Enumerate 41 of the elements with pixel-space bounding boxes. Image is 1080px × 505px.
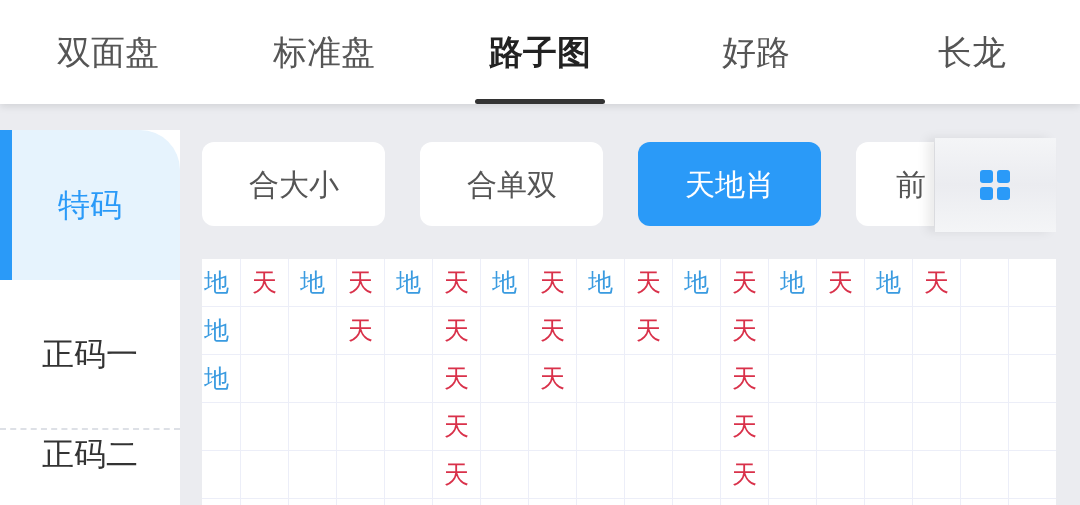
tab[interactable]: 路子图 — [432, 0, 648, 104]
road-cell-text: 天 — [443, 315, 469, 348]
road-cell-text: 天 — [923, 267, 949, 300]
road-cell-text: 地 — [683, 267, 709, 300]
road-cell-text: 天 — [731, 411, 757, 444]
road-cell-text: 天 — [539, 363, 565, 396]
road-cell-text: 天 — [443, 267, 469, 300]
road-cell-text: 地 — [299, 267, 325, 300]
road-cell-text: 地 — [395, 267, 421, 300]
filter-button[interactable]: 前 — [856, 142, 934, 226]
road-cell-text: 地 — [203, 363, 229, 396]
road-cell-text: 天 — [347, 267, 373, 300]
sidebar-item[interactable]: 正码二 — [0, 430, 180, 505]
road-cell-text: 地 — [779, 267, 805, 300]
road-cell-text: 天 — [347, 315, 373, 348]
road-cell-text: 地 — [587, 267, 613, 300]
road-cell-text: 天 — [539, 315, 565, 348]
tab[interactable]: 双面盘 — [0, 0, 216, 104]
road-cell-text: 天 — [443, 363, 469, 396]
filter-button[interactable]: 合单双 — [420, 142, 603, 226]
road-cell-text: 地 — [203, 315, 229, 348]
road-cell-text: 天 — [539, 267, 565, 300]
road-cell-text: 天 — [635, 315, 661, 348]
road-cell-text: 天 — [827, 267, 853, 300]
road-cell-text: 天 — [443, 459, 469, 492]
road-cell-text: 天 — [251, 267, 277, 300]
filter-button[interactable]: 合大小 — [202, 142, 385, 226]
road-cell-text: 地 — [203, 267, 229, 300]
road-cell-text: 天 — [731, 315, 757, 348]
grid-menu-button[interactable] — [935, 138, 1056, 232]
road-cell-text: 天 — [731, 267, 757, 300]
road-cell-text: 天 — [731, 459, 757, 492]
tab[interactable]: 标准盘 — [216, 0, 432, 104]
road-cell-text: 地 — [491, 267, 517, 300]
tab[interactable]: 长龙 — [864, 0, 1080, 104]
road-cell-text: 地 — [875, 267, 901, 300]
road-cell-text: 天 — [443, 411, 469, 444]
road-cell-text: 天 — [731, 363, 757, 396]
grid-icon — [980, 169, 1011, 201]
tab[interactable]: 好路 — [648, 0, 864, 104]
road-cell-text: 天 — [635, 267, 661, 300]
